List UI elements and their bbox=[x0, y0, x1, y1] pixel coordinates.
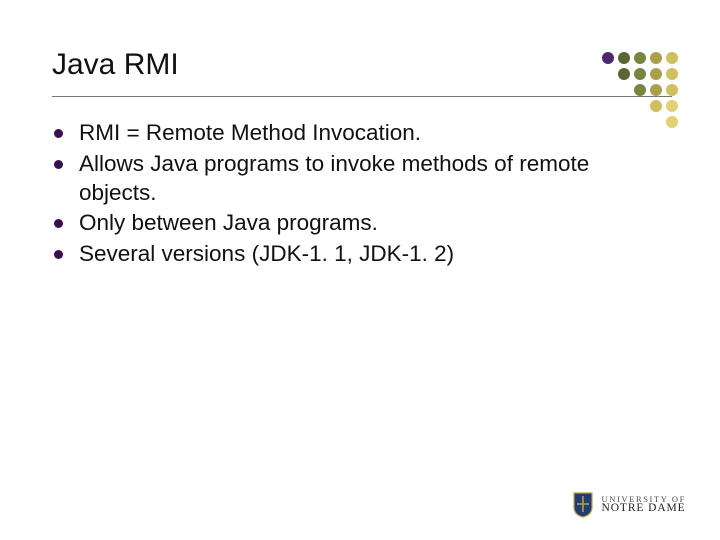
list-item: Only between Java programs. bbox=[52, 209, 672, 238]
bullet-icon bbox=[54, 160, 63, 169]
list-item: RMI = Remote Method Invocation. bbox=[52, 119, 672, 148]
bullet-icon bbox=[54, 219, 63, 228]
bullet-text: Allows Java programs to invoke methods o… bbox=[79, 150, 672, 208]
list-item: Several versions (JDK-1. 1, JDK-1. 2) bbox=[52, 240, 672, 269]
list-item: Allows Java programs to invoke methods o… bbox=[52, 150, 672, 208]
bullet-list: RMI = Remote Method Invocation. Allows J… bbox=[52, 119, 672, 269]
bullet-icon bbox=[54, 129, 63, 138]
logo-text: UNIVERSITY OF NOTRE DAME bbox=[602, 495, 686, 515]
university-logo: UNIVERSITY OF NOTRE DAME bbox=[572, 492, 686, 518]
bullet-text: Several versions (JDK-1. 1, JDK-1. 2) bbox=[79, 240, 454, 269]
bullet-text: RMI = Remote Method Invocation. bbox=[79, 119, 421, 148]
decorative-dot-grid bbox=[602, 36, 678, 128]
bullet-text: Only between Java programs. bbox=[79, 209, 378, 238]
slide-title: Java RMI bbox=[52, 48, 179, 82]
slide: Java RMI RMI = Remote Method Invocation.… bbox=[0, 0, 720, 540]
title-row: Java RMI bbox=[52, 48, 672, 97]
shield-icon bbox=[572, 492, 594, 518]
logo-line2: NOTRE DAME bbox=[602, 503, 686, 515]
bullet-icon bbox=[54, 250, 63, 259]
